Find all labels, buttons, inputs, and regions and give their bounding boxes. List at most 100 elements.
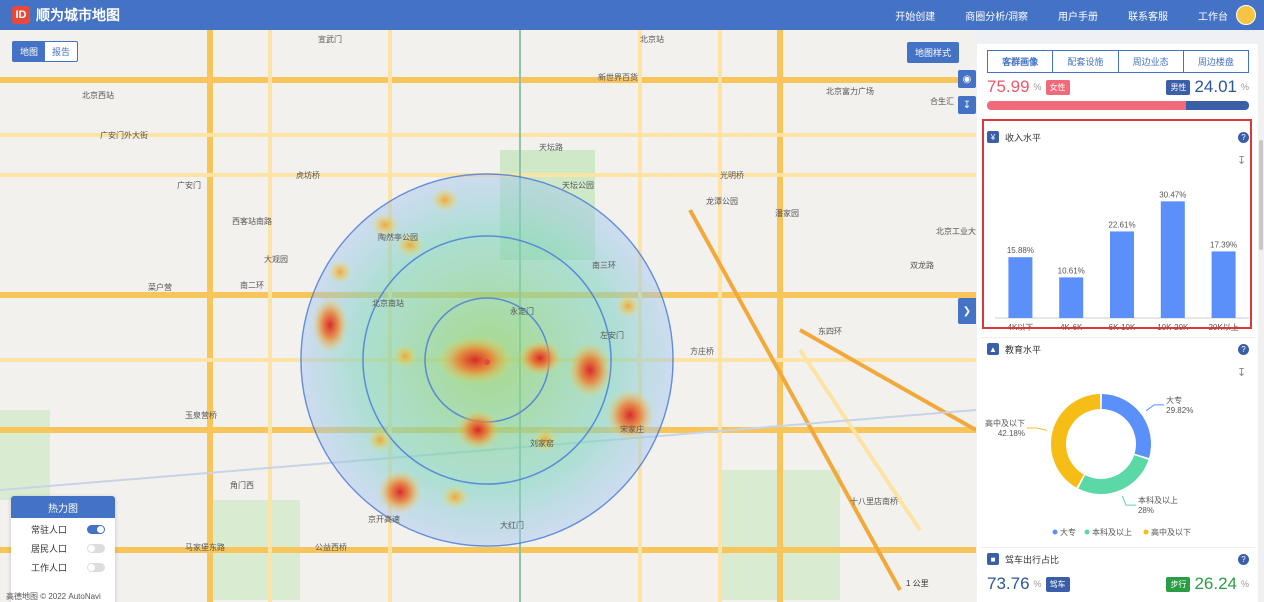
tab-properties[interactable]: 周边楼盘 bbox=[1184, 51, 1248, 72]
map-label: 十八里店南桥 bbox=[850, 497, 898, 506]
percent-sign: % bbox=[1240, 82, 1249, 92]
nav-item-workbench[interactable]: 工作台 bbox=[1198, 8, 1228, 23]
map-label: 马家堡东路 bbox=[185, 543, 225, 552]
map-label: 潘家园 bbox=[775, 209, 799, 218]
walk-tag: 步行 bbox=[1166, 576, 1191, 592]
download-icon[interactable]: ↧ bbox=[958, 96, 976, 114]
map-label: 刘家窑 bbox=[530, 439, 554, 448]
legend-item-worker: 工作人口 bbox=[11, 559, 115, 575]
worker-toggle[interactable] bbox=[87, 562, 105, 572]
slice-leader-line bbox=[1026, 427, 1047, 431]
help-icon[interactable]: ? bbox=[1238, 553, 1249, 565]
map-label: 龙潭公园 bbox=[706, 197, 738, 206]
tab-business[interactable]: 周边业态 bbox=[1119, 51, 1184, 72]
tab-report[interactable]: 报告 bbox=[45, 42, 77, 61]
map-scale: 1 公里 bbox=[906, 579, 929, 588]
map-label: 公益西桥 bbox=[315, 543, 347, 552]
map-view-tabs: 地图 报告 bbox=[12, 41, 79, 62]
walk-percent: 26.24 bbox=[1194, 574, 1237, 593]
map-copyright: 高德地图 © 2022 AutoNavi bbox=[6, 592, 101, 601]
tab-customer-profile[interactable]: 客群画像 bbox=[988, 51, 1054, 72]
map-label: 合生汇 bbox=[930, 97, 954, 106]
map-canvas[interactable]: 北京站 北京西站 新世界百货 北京富力广场 天坛公园 龙潭公园 陶然亭公园 大观… bbox=[0, 30, 976, 602]
top-bar: ID 顺为城市地图 开始创建 商圈分析/洞察 用户手册 联系客服 工作台 bbox=[0, 0, 1264, 30]
map-label: 北京站 bbox=[640, 35, 664, 44]
education-section: ▲ 教育水平 ? ↧ 大专 29.82% 本科及以上 28% 高中及以下 42.18% 大专… bbox=[981, 338, 1255, 548]
heatmap-legend-title: 热力图 bbox=[11, 496, 115, 518]
female-percent: 75.99 bbox=[987, 77, 1030, 96]
donut-slice bbox=[1101, 394, 1151, 458]
user-avatar[interactable] bbox=[1236, 5, 1256, 25]
heatmap-legend: 热力图 常驻人口 居民人口 工作人口 bbox=[11, 496, 115, 602]
legend-marker bbox=[1052, 529, 1058, 535]
legend-item-dweller: 居民人口 bbox=[11, 540, 115, 556]
map-label: 南三环 bbox=[592, 261, 616, 270]
slice-name-label: 高中及以下 bbox=[985, 418, 1025, 428]
female-bar bbox=[987, 101, 1187, 110]
map-label: 方庄桥 bbox=[690, 347, 714, 356]
map-label: 广安门外大街 bbox=[100, 131, 148, 140]
drive-percent: 73.76 bbox=[987, 574, 1030, 593]
map-label: 光明桥 bbox=[720, 171, 744, 180]
tab-facilities[interactable]: 配套设施 bbox=[1053, 51, 1119, 72]
eye-icon[interactable]: ◉ bbox=[958, 70, 976, 88]
nav-item-analysis[interactable]: 商圈分析/洞察 bbox=[965, 8, 1028, 23]
app-logo[interactable]: ID bbox=[12, 6, 30, 24]
donut-slice bbox=[1051, 394, 1101, 488]
percent-sign: % bbox=[1240, 579, 1249, 589]
legend-item-label: 居民人口 bbox=[31, 543, 68, 554]
nav-item-manual[interactable]: 用户手册 bbox=[1058, 8, 1098, 23]
map-label: 大红门 bbox=[500, 521, 524, 530]
legend-item-label: 工作人口 bbox=[31, 562, 68, 573]
map-label: 永定门 bbox=[510, 307, 534, 316]
app-title: 顺为城市地图 bbox=[36, 7, 120, 23]
slice-leader-line bbox=[1121, 495, 1136, 506]
nav-item-support[interactable]: 联系客服 bbox=[1128, 8, 1168, 23]
education-donut-chart: 大专29.82%本科及以上28%高中及以下42.18%大专 本科及以上 高中及以下 bbox=[985, 394, 1193, 537]
slice-percent-label: 29.82% bbox=[1166, 406, 1193, 415]
male-percent: 24.01 bbox=[1194, 77, 1237, 96]
collapse-panel-button[interactable]: ❯ bbox=[958, 298, 976, 324]
travel-section: ■ 驾车出行占比 ? 73.76 % 驾车 步行 26.24 % bbox=[981, 548, 1255, 598]
education-title: 教育水平 bbox=[1005, 344, 1042, 355]
legend-item-label: 常驻人口 bbox=[31, 524, 68, 535]
map-style-button[interactable]: 地图样式 bbox=[907, 42, 960, 63]
map-label: 东四环 bbox=[818, 327, 842, 336]
resident-toggle[interactable] bbox=[87, 524, 105, 534]
legend-label: 大专 bbox=[1060, 527, 1076, 537]
map-label: 北京南站 bbox=[372, 299, 404, 308]
tab-map[interactable]: 地图 bbox=[13, 42, 46, 61]
map-label: 北京西站 bbox=[82, 91, 114, 100]
gender-bar bbox=[987, 101, 1249, 110]
map-label: 角门西 bbox=[230, 481, 254, 490]
percent-sign: % bbox=[1033, 579, 1042, 589]
legend-item-resident: 常驻人口 bbox=[11, 521, 115, 537]
map-label: 京开高速 bbox=[368, 515, 400, 524]
map-label: 广安门 bbox=[177, 181, 201, 190]
map-label: 天坛路 bbox=[539, 143, 563, 152]
map-label: 大观园 bbox=[264, 255, 288, 264]
male-tag: 男性 bbox=[1166, 79, 1191, 95]
map-label: 北京富力广场 bbox=[826, 87, 874, 96]
nav-item-create[interactable]: 开始创建 bbox=[895, 8, 935, 23]
panel-scrollbar[interactable] bbox=[1258, 44, 1264, 602]
female-tag: 女性 bbox=[1045, 79, 1070, 95]
map-label: 陶然亭公园 bbox=[378, 233, 418, 242]
map-label: 天坛公园 bbox=[562, 181, 594, 190]
legend-marker bbox=[1084, 529, 1090, 535]
map-label: 双龙路 bbox=[910, 261, 934, 270]
slice-name-label: 大专 bbox=[1166, 395, 1182, 405]
drive-tag: 驾车 bbox=[1045, 576, 1070, 592]
map-label: 新世界百货 bbox=[598, 73, 638, 82]
map-roads bbox=[0, 30, 976, 602]
legend-marker bbox=[1143, 529, 1149, 535]
panel-scrollbar-thumb[interactable] bbox=[1259, 140, 1263, 250]
dweller-toggle[interactable] bbox=[87, 543, 105, 553]
main-nav: 开始创建 商圈分析/洞察 用户手册 联系客服 工作台 bbox=[895, 0, 1228, 30]
gender-ratio: 75.99 % 女性 男性 24.01 % bbox=[977, 73, 1259, 101]
male-bar bbox=[1186, 101, 1249, 110]
map-label: 宋家庄 bbox=[620, 425, 644, 434]
donut-slice bbox=[1078, 455, 1149, 494]
travel-ratio: 73.76 % 驾车 步行 26.24 % bbox=[981, 570, 1255, 598]
help-icon[interactable]: ? bbox=[1238, 343, 1249, 355]
